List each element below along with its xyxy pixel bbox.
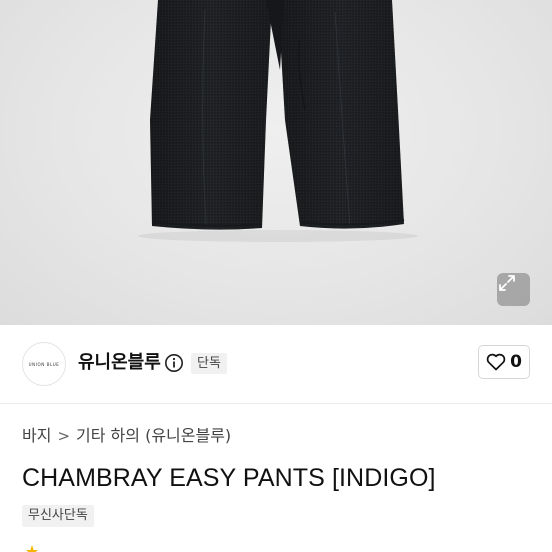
brand-exclusive-badge: 단독	[191, 353, 227, 374]
product-title: CHAMBRAY EASY PANTS [INDIGO]	[22, 464, 436, 492]
expand-icon	[499, 275, 515, 291]
breadcrumb-item-subcategory[interactable]: 기타 하의 (유니온블루)	[76, 426, 231, 446]
heart-icon	[486, 353, 506, 371]
breadcrumb-separator-icon: >	[57, 427, 71, 445]
product-image[interactable]	[0, 0, 552, 325]
brand-name[interactable]: 유니온블루	[78, 351, 161, 375]
info-icon[interactable]	[164, 353, 184, 373]
pants-image	[138, 0, 418, 242]
brand-logo[interactable]: UNION BLUE	[22, 342, 66, 386]
rating-star-icon	[26, 545, 38, 552]
breadcrumb-item-category[interactable]: 바지	[22, 426, 51, 446]
exclusive-tag: 무신사단독	[22, 505, 94, 527]
brand-logo-text: UNION BLUE	[28, 361, 60, 367]
breadcrumb: 바지 > 기타 하의 (유니온블루)	[22, 426, 231, 446]
brand-row: UNION BLUE 유니온블루 단독 0	[0, 325, 552, 403]
like-button[interactable]: 0	[478, 345, 530, 379]
like-count: 0	[510, 352, 522, 372]
divider	[0, 403, 552, 404]
expand-button[interactable]	[497, 273, 530, 306]
